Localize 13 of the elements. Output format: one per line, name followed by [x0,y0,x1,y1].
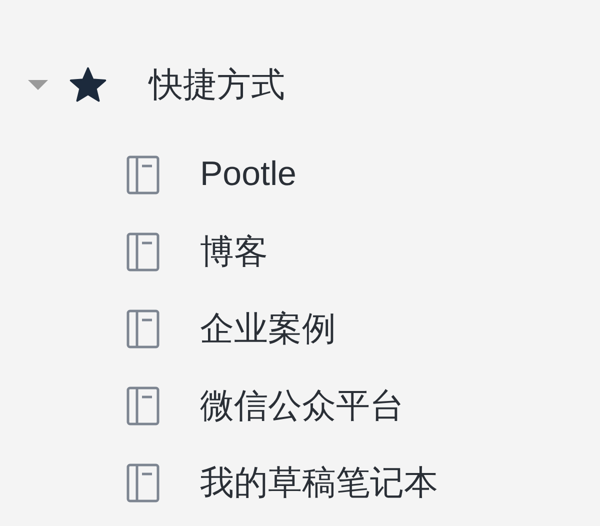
tree-item[interactable]: 快捷方式 [149,62,285,108]
notebook-icon [126,154,160,194]
tree-item[interactable]: 企业案例 [200,306,336,352]
tree-item[interactable]: Pootle [200,155,296,194]
caret-icon[interactable] [27,78,49,92]
tree-item[interactable]: 我的草稿笔记本 [200,460,438,506]
notebook-icon [126,232,160,272]
notebook-icon [126,308,160,348]
notebook-icon [126,462,160,502]
notebook-icon [126,386,160,426]
tree-item[interactable]: 博客 [200,228,268,274]
tree-item[interactable]: 微信公众平台 [200,382,404,428]
star-icon [69,67,107,103]
